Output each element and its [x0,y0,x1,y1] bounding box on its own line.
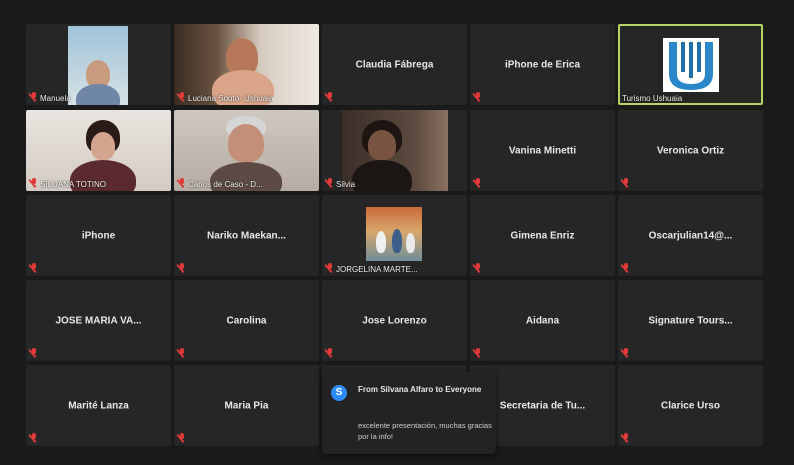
participant-tile-active-speaker[interactable]: Turismo Ushuaia [618,24,763,105]
muted-mic-icon [30,433,38,443]
participant-photo [366,207,422,261]
participant-name: Veronica Ortiz [656,145,725,156]
participant-tile[interactable]: Aidana [470,280,615,361]
participant-tile[interactable]: Maria Pia [174,365,319,446]
muted-mic-icon [622,433,630,443]
participant-tile[interactable]: Carolina [174,280,319,361]
chat-sender-avatar-icon: S [331,385,347,401]
muted-mic-icon [178,263,186,273]
muted-mic-icon [326,263,334,273]
muted-mic-icon [178,433,186,443]
participant-name: Carlos de Caso - D... [188,180,263,189]
participant-tile[interactable]: iPhone [26,195,171,276]
participant-name: Marité Lanza [68,400,129,411]
participant-name: SILUANA TOTINO [40,180,106,189]
participant-tile[interactable]: Marité Lanza [26,365,171,446]
participant-name: Signature Tours... [648,315,733,326]
muted-mic-icon [326,92,334,102]
participant-name: Nariko Maekan... [207,230,286,241]
muted-mic-icon [622,348,630,358]
participant-tile[interactable]: Claudia Fábrega [322,24,467,105]
participant-name: Claudia Fábrega [355,59,434,70]
participant-video [68,26,128,105]
participant-tile[interactable]: Carlos de Caso - D... [174,110,319,191]
participant-video [174,24,319,105]
muted-mic-icon [178,348,186,358]
participant-tile[interactable]: Vanina Minetti [470,110,615,191]
participant-video [26,110,171,191]
muted-mic-icon [30,263,38,273]
participant-tile[interactable]: Oscarjulian14@... [618,195,763,276]
participant-name: iPhone [81,230,116,241]
muted-mic-icon [474,348,482,358]
participant-name: Clarice Urso [661,400,720,411]
participant-name: Carolina [226,315,267,326]
participant-tile[interactable]: Veronica Ortiz [618,110,763,191]
participant-tile[interactable]: Jose Lorenzo [322,280,467,361]
participant-video [342,110,448,191]
chat-sender: From Silvana Alfaro to Everyone [358,385,482,394]
participant-tile[interactable]: iPhone de Erica [470,24,615,105]
participant-name: Aidana [525,315,560,326]
muted-mic-icon [474,178,482,188]
participant-name: Silvia [336,180,356,189]
muted-mic-icon [30,348,38,358]
participant-name: Manuela [40,94,71,103]
muted-mic-icon [474,92,482,102]
participant-tile[interactable]: Luciana Souto- Ushuaia [174,24,319,105]
participant-tile[interactable]: Manuela [26,24,171,105]
participant-tile[interactable]: JORGELINA MARTE... [322,195,467,276]
participant-name: Jose Lorenzo [362,315,427,326]
participant-name: Maria Pia [224,400,269,411]
participant-name: iPhone de Erica [504,59,581,70]
participant-tile[interactable]: JOSE MARIA VA... [26,280,171,361]
chat-message: excelente presentación, muchas gracias p… [358,421,492,441]
muted-mic-icon [30,92,38,102]
muted-mic-icon [622,178,630,188]
participant-name: Vanina Minetti [508,145,577,156]
muted-mic-icon [622,263,630,273]
participant-tile[interactable]: Clarice Urso [618,365,763,446]
participant-tile[interactable]: Silvia [322,110,467,191]
muted-mic-icon [326,178,334,188]
participant-tile[interactable]: SILUANA TOTINO [26,110,171,191]
participant-tile[interactable]: Signature Tours... [618,280,763,361]
participant-name: Oscarjulian14@... [648,230,733,241]
participant-name: Turismo Ushuaia [622,94,683,103]
chat-notification-popup[interactable]: S From Silvana Alfaro to Everyone excele… [322,372,496,454]
muted-mic-icon [326,348,334,358]
participant-name: Gimena Enriz [510,230,575,241]
participant-name: JORGELINA MARTE... [336,265,418,274]
muted-mic-icon [178,178,186,188]
muted-mic-icon [178,92,186,102]
muted-mic-icon [474,263,482,273]
participant-video [174,110,319,191]
participant-tile[interactable]: Gimena Enriz [470,195,615,276]
participant-tile[interactable]: Nariko Maekan... [174,195,319,276]
participant-name: Luciana Souto- Ushuaia [188,94,274,103]
muted-mic-icon [30,178,38,188]
turismo-ushuaia-logo [663,38,719,92]
participant-name: JOSE MARIA VA... [55,315,142,326]
